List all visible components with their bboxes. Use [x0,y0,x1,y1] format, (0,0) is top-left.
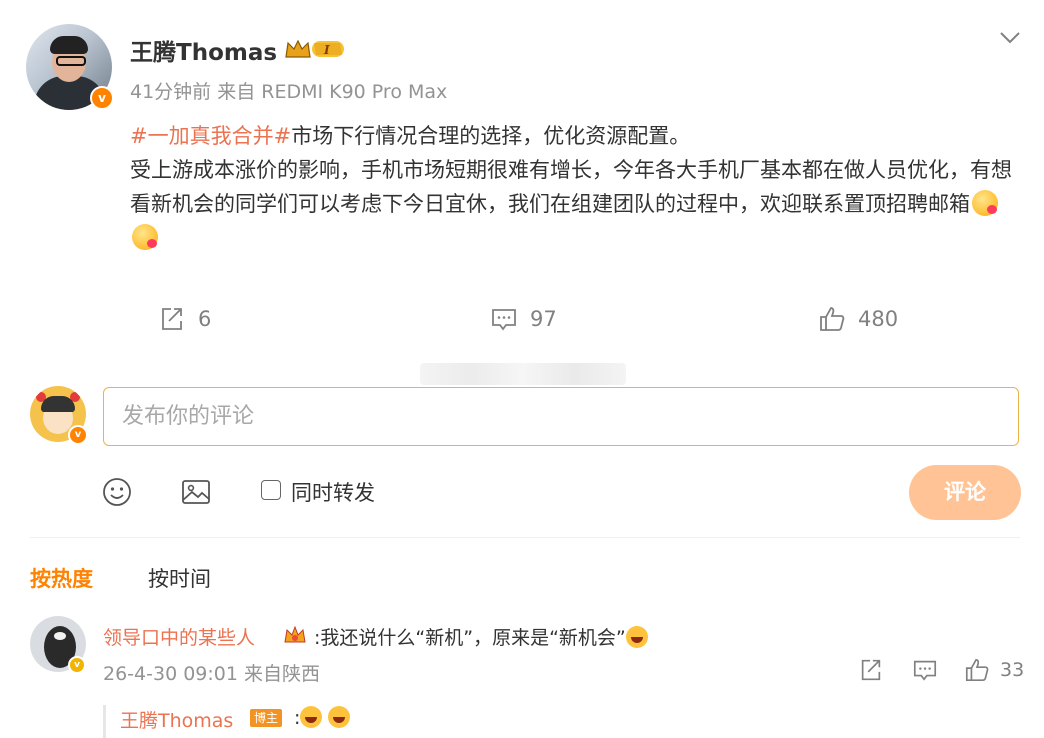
comment-text: :我还说什么“新机”，原来是“新机会” [314,627,626,649]
repost-button[interactable]: 6 [158,305,211,333]
repost-count: 6 [198,307,212,331]
also-repost-label[interactable]: 同时转发 [291,477,375,507]
emoji-icon[interactable] [101,476,133,508]
comment-count: 97 [530,307,557,331]
post-time-source: 41分钟前 来自 REDMI K90 Pro Max [130,81,448,103]
laugh-emoji-icon [625,626,648,648]
verified-icon: v [90,86,114,110]
comment-input[interactable]: 发布你的评论 [103,387,1019,446]
grin-emoji-icon [300,706,323,728]
comment-icon [492,309,516,331]
post-body: 受上游成本涨价的影响，手机市场短期很难有增长，今年各大手机厂基本都在做人员优化，… [130,158,1012,216]
svg-text:I: I [323,43,330,57]
reply-author[interactable]: 王腾Thomas [120,706,233,733]
post-line1: 市场下行情况合理的选择，优化资源配置。 [291,124,691,148]
repost-icon [162,308,182,330]
crown-icon [284,625,306,643]
topic-link[interactable]: #一加真我合并# [130,124,291,148]
repost-icon[interactable] [858,657,884,683]
kiss-emoji-icon [972,190,998,216]
verified-icon: v [68,656,86,674]
image-icon[interactable] [180,476,212,508]
author-name[interactable]: 王腾Thomas [130,33,277,67]
comment-text-row: :我还说什么“新机”，原来是“新机会” [314,623,648,650]
tab-sort-time[interactable]: 按时间 [148,563,211,593]
verified-icon: v [68,425,88,445]
also-repost-checkbox[interactable] [261,480,281,500]
commenter-name[interactable]: 领导口中的某些人 [103,623,255,650]
submit-comment-button[interactable]: 评论 [909,465,1021,520]
kiss-emoji-icon [132,224,158,250]
crown-icon[interactable]: I [284,37,348,61]
reply-text-row: : [294,706,351,729]
reply-indent-bar [103,705,106,738]
comment-time-source: 26-4-30 09:01 来自陕西 [103,663,320,685]
like-icon [820,307,845,331]
post-content: #一加真我合并#市场下行情况合理的选择，优化资源配置。 受上游成本涨价的影响，手… [130,119,1030,255]
like-count: 480 [858,307,899,331]
divider [30,537,1020,538]
comment-button[interactable]: 97 [490,305,557,333]
blurred-strip [420,363,626,385]
comment-icon[interactable] [912,657,938,683]
grin-emoji-icon [328,706,351,728]
chevron-down-icon[interactable] [998,28,1022,48]
like-button[interactable]: 480 [818,305,898,333]
tab-sort-hot[interactable]: 按热度 [30,563,93,593]
like-icon[interactable] [964,657,990,683]
comment-like-count: 33 [1000,659,1025,681]
author-badge: 博主 [250,709,283,727]
